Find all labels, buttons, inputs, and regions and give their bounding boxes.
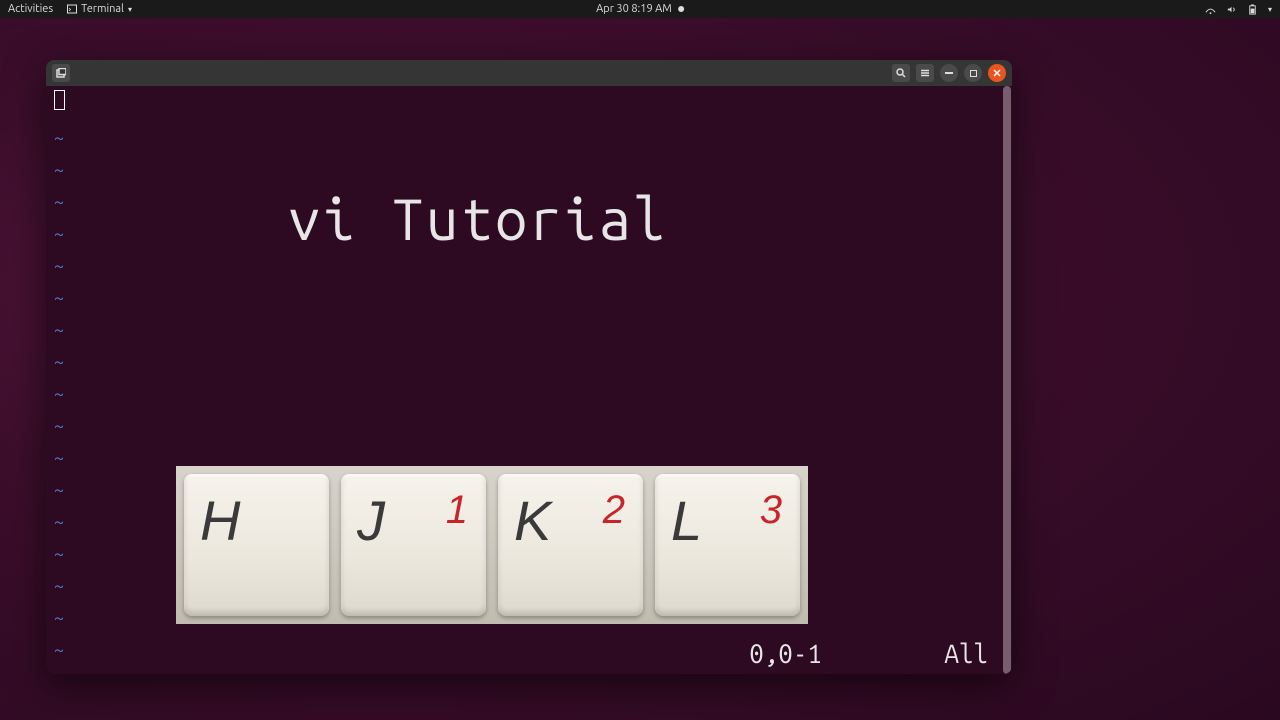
terminal-icon: [67, 4, 77, 14]
key-letter: H: [200, 488, 240, 553]
minimize-icon: [945, 72, 953, 74]
key-num: 3: [760, 488, 782, 533]
battery-icon: [1247, 4, 1258, 15]
key-num: 1: [446, 488, 468, 533]
search-button[interactable]: [892, 64, 910, 82]
terminal-body[interactable]: ~~~~~~~~~~~~~~~~~ vi Tutorial H J 1 K 2 …: [46, 86, 1012, 674]
scrollbar[interactable]: [1003, 86, 1011, 674]
chevron-down-icon: ▾: [128, 5, 132, 14]
chevron-down-icon: ▾: [1268, 5, 1272, 14]
status-position: 0,0-1: [749, 639, 822, 668]
key-k: K 2: [498, 474, 643, 616]
key-num: 2: [603, 488, 625, 533]
status-range: All: [944, 639, 988, 668]
menu-button[interactable]: [916, 64, 934, 82]
activities-button[interactable]: Activities: [8, 3, 53, 15]
close-button[interactable]: [988, 64, 1006, 82]
empty-line-tildes: ~~~~~~~~~~~~~~~~~: [54, 122, 64, 666]
key-letter: J: [357, 488, 385, 553]
cursor: [54, 90, 65, 110]
volume-icon: [1226, 4, 1237, 15]
keyboard-keys-illustration: H J 1 K 2 L 3: [176, 466, 808, 624]
gnome-topbar: Activities Terminal ▾ Apr 30 8:19 AM ▾: [0, 0, 1280, 18]
key-letter: K: [514, 488, 551, 553]
new-tab-icon: [56, 68, 66, 78]
maximize-button[interactable]: [964, 64, 982, 82]
new-tab-button[interactable]: [52, 64, 70, 82]
key-letter: L: [671, 488, 702, 553]
system-tray[interactable]: ▾: [1205, 4, 1272, 15]
terminal-window: ~~~~~~~~~~~~~~~~~ vi Tutorial H J 1 K 2 …: [46, 60, 1012, 674]
maximize-icon: [970, 70, 977, 77]
key-h: H: [184, 474, 329, 616]
window-titlebar[interactable]: [46, 60, 1012, 86]
minimize-button[interactable]: [940, 64, 958, 82]
search-icon: [896, 68, 906, 78]
app-menu-label: Terminal: [81, 3, 124, 15]
tutorial-title: vi Tutorial: [288, 186, 667, 251]
hamburger-icon: [920, 68, 930, 78]
key-j: J 1: [341, 474, 486, 616]
app-menu[interactable]: Terminal ▾: [67, 3, 132, 15]
network-icon: [1205, 4, 1216, 15]
key-l: L 3: [655, 474, 800, 616]
clock[interactable]: Apr 30 8:19 AM: [596, 3, 684, 15]
notification-dot-icon: [678, 6, 684, 12]
clock-text: Apr 30 8:19 AM: [596, 3, 672, 15]
close-icon: [992, 68, 1002, 78]
